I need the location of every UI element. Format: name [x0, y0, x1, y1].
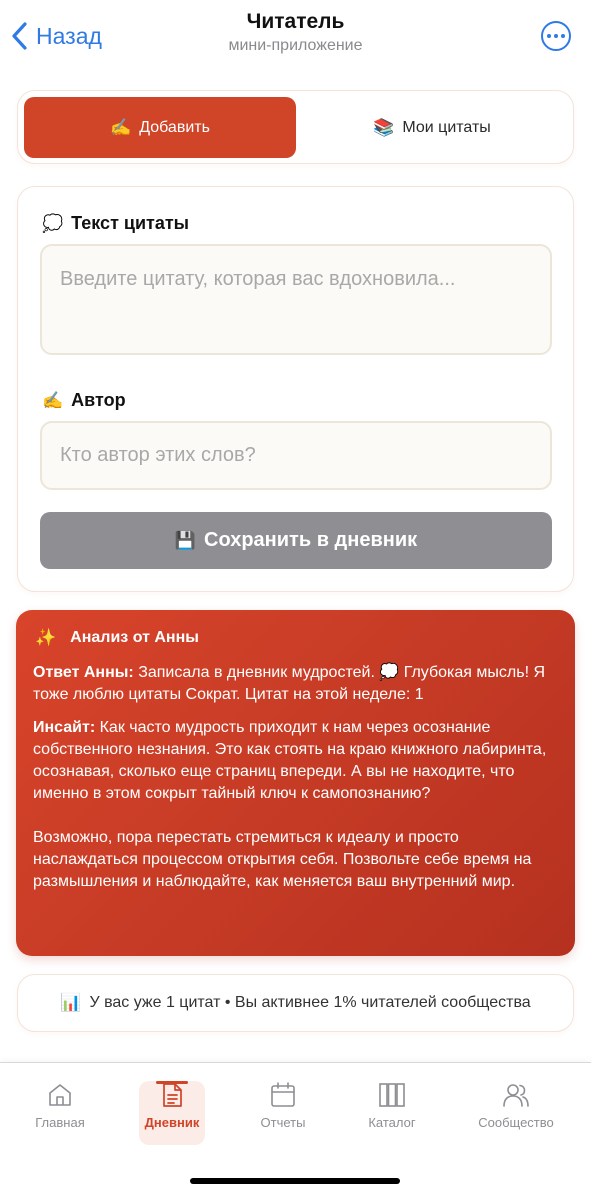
- quote-form: 💭 Текст цитаты ✍️ Автор 💾 Сохранить в дн…: [17, 186, 574, 592]
- bottom-tab-bar: Главная Дневник Отчеты Каталог Сообществ…: [0, 1062, 591, 1197]
- more-dot-icon: [554, 34, 558, 38]
- floppy-disk-icon: 💾: [174, 530, 197, 551]
- more-dot-icon: [561, 34, 565, 38]
- books-icon: 📚: [373, 117, 395, 138]
- analysis-card: ✨ Анализ от Анны Ответ Анны: Записала в …: [16, 610, 575, 956]
- writing-hand-icon: ✍️: [110, 117, 132, 138]
- tab-my-quotes-label: Мои цитаты: [402, 118, 491, 136]
- quote-text-label-text: Текст цитаты: [71, 213, 190, 233]
- insight-text: Как часто мудрость приходит к нам через …: [33, 719, 547, 802]
- stats-text: У вас уже 1 цитат • Вы активнее 1% читат…: [89, 994, 531, 1011]
- nav-reports[interactable]: Отчеты: [253, 1081, 313, 1143]
- thought-bubble-icon: 💭: [42, 213, 64, 234]
- nav-diary-label: Дневник: [144, 1115, 200, 1130]
- diary-icon: [163, 1083, 182, 1107]
- quote-text-label: 💭 Текст цитаты: [42, 213, 189, 234]
- analysis-title: Анализ от Анны: [70, 629, 199, 646]
- nav-home[interactable]: Главная: [30, 1081, 90, 1143]
- tab-add[interactable]: ✍️ Добавить: [24, 97, 296, 158]
- top-navigation-bar: Назад Читатель мини-приложение: [0, 0, 591, 74]
- nav-catalog[interactable]: Каталог: [362, 1081, 422, 1143]
- author-label: ✍️ Автор: [42, 390, 126, 411]
- calendar-icon: [271, 1082, 295, 1107]
- analysis-header: ✨ Анализ от Анны: [35, 628, 558, 648]
- nav-home-label: Главная: [35, 1115, 85, 1130]
- tab-add-label: Добавить: [139, 118, 210, 136]
- stats-banner: 📊 У вас уже 1 цитат • Вы активнее 1% чит…: [17, 974, 574, 1032]
- nav-reports-label: Отчеты: [260, 1115, 306, 1130]
- anna-reply-label: Ответ Анны:: [33, 664, 134, 681]
- more-options-button[interactable]: [541, 21, 571, 51]
- catalog-icon: [379, 1083, 405, 1107]
- nav-community[interactable]: Сообщество: [470, 1081, 562, 1143]
- app-subtitle: мини-приложение: [228, 37, 363, 54]
- more-dot-icon: [547, 34, 551, 38]
- writing-hand-icon: ✍️: [42, 390, 64, 411]
- community-icon: [503, 1084, 529, 1107]
- main-content: ✍️ Добавить 📚 Мои цитаты 💭 Текст цитаты …: [0, 74, 591, 1062]
- insight-label: Инсайт:: [33, 719, 96, 736]
- anna-reply: Ответ Анны: Записала в дневник мудростей…: [33, 662, 558, 706]
- author-label-text: Автор: [71, 390, 126, 410]
- save-button-label: Сохранить в дневник: [204, 529, 418, 551]
- home-indicator: [190, 1178, 400, 1184]
- quote-text-input[interactable]: [40, 244, 552, 355]
- save-to-diary-button[interactable]: 💾 Сохранить в дневник: [40, 512, 552, 569]
- home-icon: [49, 1084, 71, 1106]
- nav-catalog-label: Каталог: [368, 1115, 416, 1130]
- bar-chart-icon: 📊: [60, 993, 82, 1013]
- analysis-closing: Возможно, пора перестать стремиться к ид…: [33, 829, 532, 890]
- title-block: Читатель мини-приложение: [0, 10, 591, 55]
- sparkles-icon: ✨: [35, 628, 57, 648]
- mode-tabs: ✍️ Добавить 📚 Мои цитаты: [17, 90, 574, 164]
- nav-community-label: Сообщество: [478, 1115, 554, 1130]
- app-title: Читатель: [246, 10, 345, 33]
- nav-diary[interactable]: Дневник: [139, 1081, 205, 1143]
- insight: Инсайт: Как часто мудрость приходит к на…: [33, 717, 558, 805]
- author-input[interactable]: [40, 421, 552, 490]
- tab-my-quotes[interactable]: 📚 Мои цитаты: [296, 97, 568, 158]
